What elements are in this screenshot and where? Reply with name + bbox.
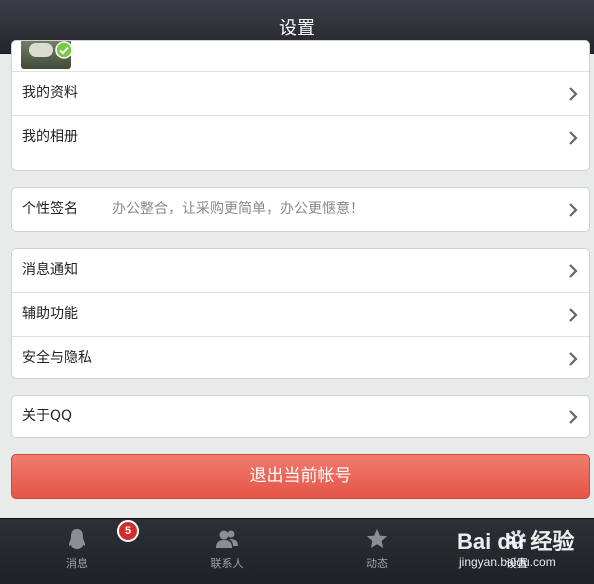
baidu-jingyan-watermark: Bai du 经验 jingyan.baidu.com [455, 518, 590, 580]
chevron-right-icon [569, 263, 578, 278]
watermark-brand: Bai du 经验 [457, 529, 575, 554]
tab-contacts-label: 联系人 [210, 557, 244, 570]
signature-item[interactable]: 个性签名 办公整合，让采购更简单，办公更惬意！ [12, 188, 589, 231]
chevron-right-icon [569, 409, 578, 424]
signature-group: 个性签名 办公整合，让采购更简单，办公更惬意！ [11, 187, 590, 232]
about-group: 关于QQ [11, 395, 590, 438]
chevron-right-icon [569, 86, 578, 101]
security-privacy-label: 安全与隐私 [22, 350, 92, 366]
tab-feed-label: 动态 [366, 557, 388, 570]
chevron-right-icon [569, 202, 578, 217]
my-album-label: 我的相册 [22, 129, 78, 145]
security-privacy-item[interactable]: 安全与隐私 [12, 336, 589, 378]
star-icon [367, 529, 387, 548]
verified-check-icon [55, 41, 73, 59]
my-profile-label: 我的资料 [22, 85, 78, 101]
notifications-label: 消息通知 [22, 262, 78, 278]
profile-group: 我的资料 我的相册 [11, 40, 590, 171]
chevron-right-icon [569, 130, 578, 145]
my-profile-item[interactable]: 我的资料 [12, 71, 589, 115]
notifications-item[interactable]: 消息通知 [12, 249, 589, 292]
about-qq-item[interactable]: 关于QQ [12, 396, 589, 437]
tab-messages-label: 消息 [66, 557, 88, 570]
avatar-row[interactable] [12, 41, 589, 71]
avatar-face [29, 43, 53, 57]
penguin-icon [69, 529, 85, 549]
tab-messages[interactable]: 消息 5 [2, 519, 152, 584]
tab-feed[interactable]: 动态 [302, 519, 452, 584]
chevron-right-icon [569, 351, 578, 366]
about-qq-label: 关于QQ [22, 408, 73, 424]
unread-badge: 5 [117, 520, 139, 542]
signature-value: 办公整合，让采购更简单，办公更惬意！ [112, 201, 364, 217]
signature-label: 个性签名 [22, 201, 78, 217]
settings-group: 消息通知 辅助功能 安全与隐私 [11, 248, 590, 379]
chevron-right-icon [569, 307, 578, 322]
tab-contacts[interactable]: 联系人 [152, 519, 302, 584]
contacts-icon [216, 530, 238, 548]
my-album-item[interactable]: 我的相册 [12, 115, 589, 159]
logout-button[interactable]: 退出当前帐号 [11, 454, 590, 499]
watermark-url: jingyan.baidu.com [459, 555, 556, 569]
accessibility-label: 辅助功能 [22, 306, 78, 322]
accessibility-item[interactable]: 辅助功能 [12, 292, 589, 336]
